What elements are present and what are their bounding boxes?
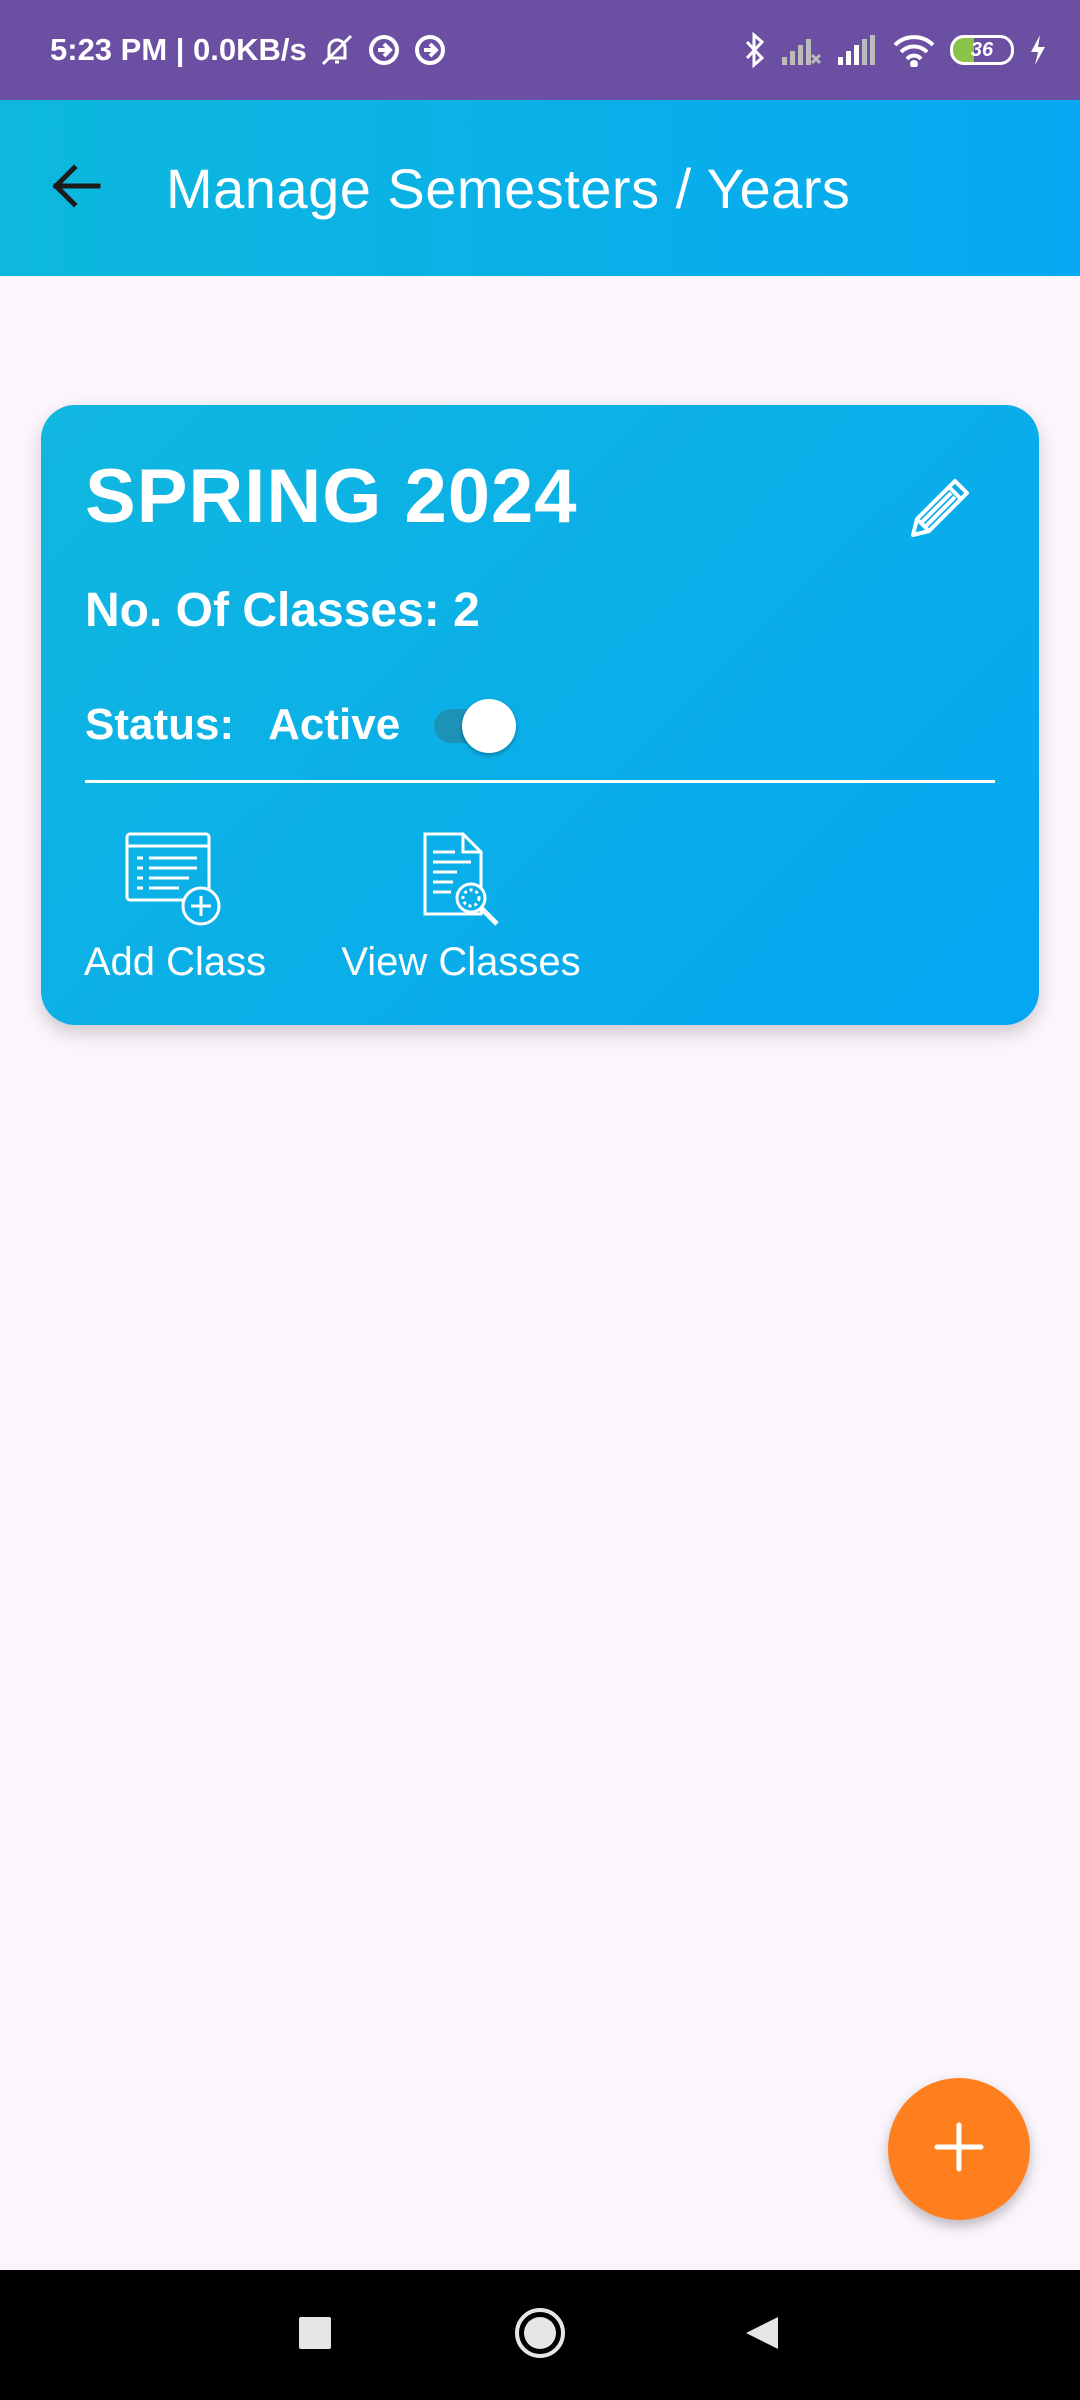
status-row: Status: Active (85, 695, 522, 755)
view-classes-icon (419, 830, 503, 930)
home-icon (513, 2306, 567, 2365)
status-right: 36 (744, 32, 1048, 68)
signal-icon (780, 33, 822, 67)
status-toggle[interactable] (430, 695, 522, 755)
pencil-icon (901, 471, 977, 552)
view-classes-label: View Classes (341, 940, 581, 984)
back-icon (742, 2313, 782, 2358)
edit-semester-button[interactable] (899, 471, 979, 551)
add-class-icon (123, 830, 227, 930)
semester-title: SPRING 2024 (85, 454, 578, 539)
signal-icon (836, 33, 878, 67)
recents-icon (297, 2315, 333, 2356)
status-label: Status: (85, 700, 235, 749)
status-value: Active (268, 700, 401, 749)
arrow-left-icon (50, 163, 102, 213)
status-bar: 5:23 PM | 0.0KB/s 36 (0, 0, 1080, 100)
charging-icon (1028, 33, 1048, 67)
home-button[interactable] (505, 2300, 575, 2370)
mute-icon (319, 32, 355, 68)
classes-count: No. Of Classes: 2 (85, 584, 480, 637)
add-class-button[interactable]: Add Class (83, 830, 267, 985)
battery-level: 36 (970, 38, 994, 61)
status-time: 5:23 PM | 0.0KB/s (50, 32, 307, 67)
add-semester-fab[interactable] (888, 2078, 1030, 2220)
page-title: Manage Semesters / Years (166, 157, 851, 220)
add-class-label: Add Class (83, 940, 267, 984)
toggle-thumb (462, 699, 517, 753)
status-left: 5:23 PM | 0.0KB/s (50, 32, 447, 68)
system-nav-bar (0, 2270, 1080, 2400)
app-bar: Manage Semesters / Years (0, 100, 1080, 276)
sync-icon (413, 33, 447, 67)
view-classes-button[interactable]: View Classes (341, 830, 581, 985)
semester-card[interactable]: SPRING 2024 No. Of Classes: 2 Status: Ac… (41, 405, 1039, 1025)
bluetooth-icon (744, 32, 766, 68)
battery-icon: 36 (950, 35, 1014, 65)
nav-back-button[interactable] (727, 2300, 797, 2370)
sync-icon (367, 33, 401, 67)
back-button[interactable] (46, 160, 106, 216)
wifi-icon (892, 33, 936, 67)
recents-button[interactable] (280, 2300, 350, 2370)
card-divider (85, 780, 995, 783)
plus-icon (931, 2119, 987, 2180)
